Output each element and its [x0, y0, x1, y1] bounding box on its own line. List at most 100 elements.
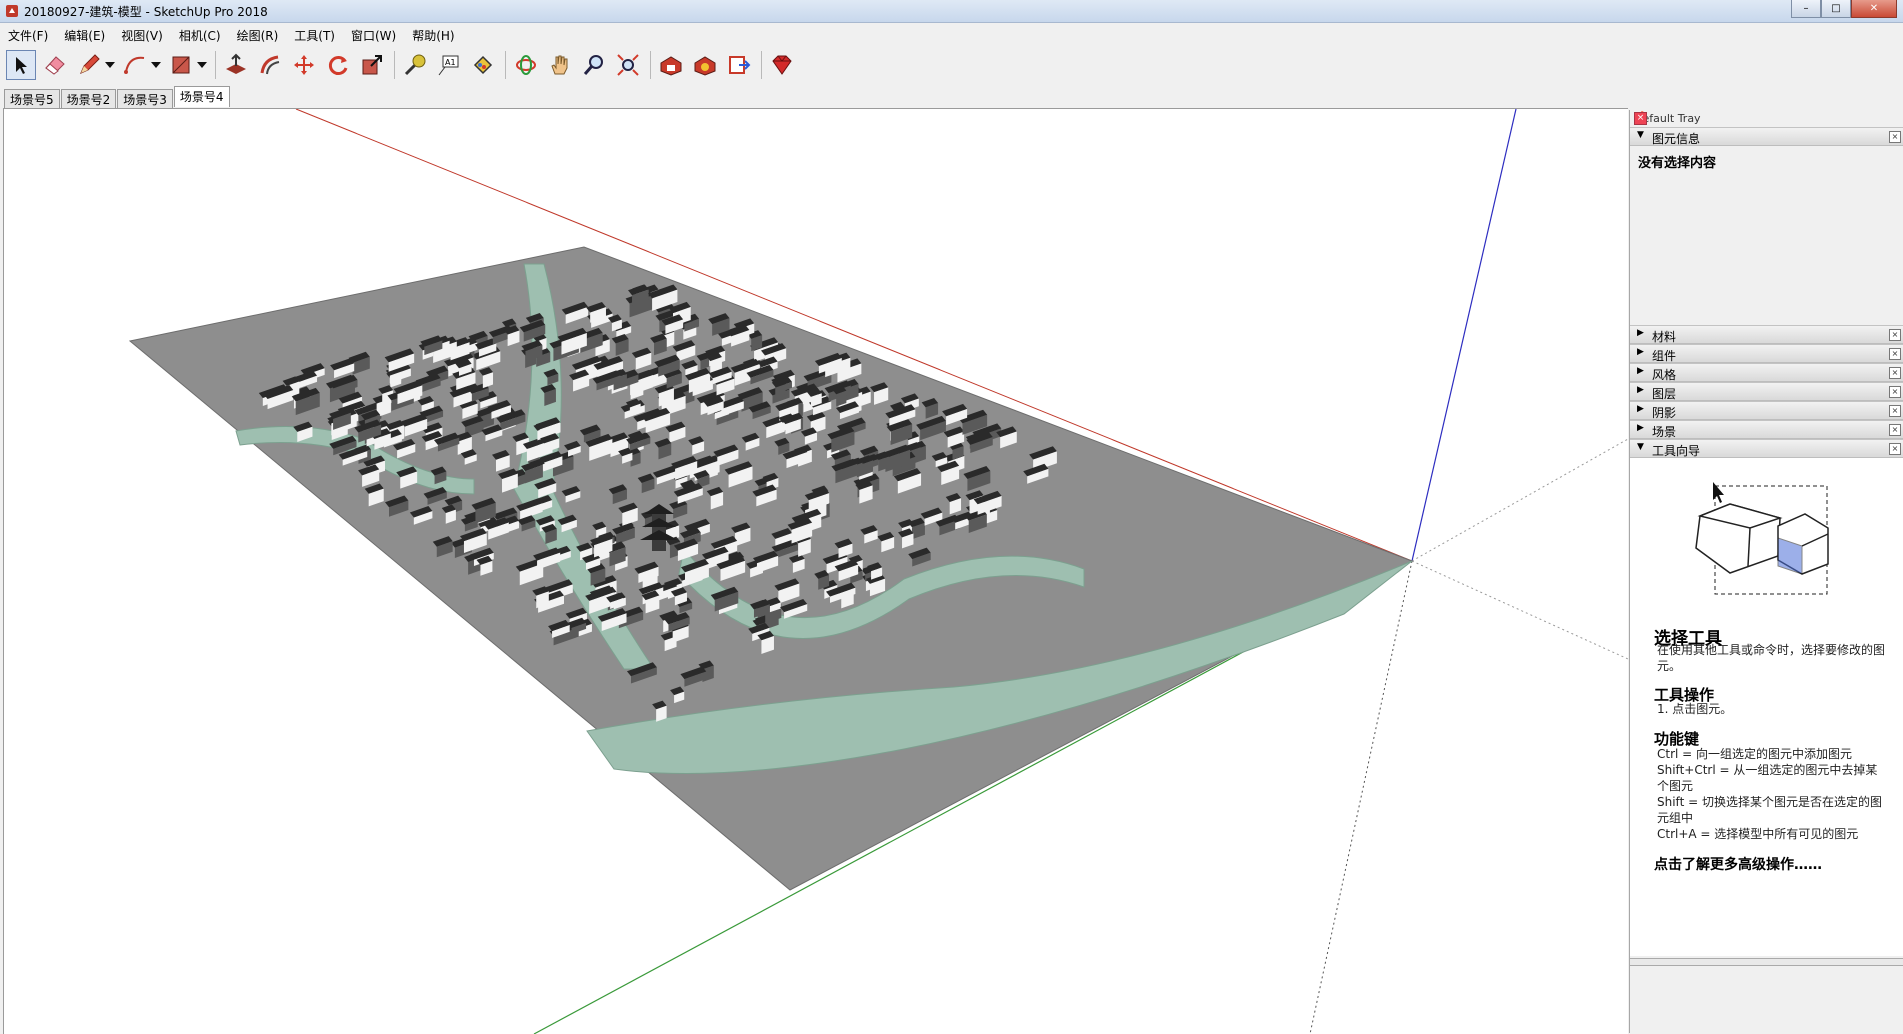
- maximize-button[interactable]: □: [1821, 0, 1851, 18]
- close-icon[interactable]: ×: [1889, 386, 1901, 398]
- ruby-console-button[interactable]: [767, 50, 797, 80]
- close-icon[interactable]: ×: [1889, 424, 1901, 436]
- orbit-tool-button[interactable]: [511, 50, 541, 80]
- pencil-icon: [80, 54, 100, 74]
- styles-title: 风格: [1652, 368, 1677, 382]
- instructor-key-shift-ctrl: Shift+Ctrl = 从一组选定的图元中去掉某个图元: [1657, 763, 1878, 793]
- close-icon[interactable]: ×: [1889, 131, 1901, 143]
- select-tool-button[interactable]: [6, 50, 36, 80]
- rotate-tool-button[interactable]: [323, 50, 353, 80]
- instructor-title: 工具向导: [1652, 444, 1701, 458]
- line-tool-dropdown[interactable]: [104, 50, 116, 80]
- components-title: 组件: [1652, 349, 1677, 363]
- push-pull-icon: [226, 53, 246, 74]
- send-to-layout-button[interactable]: [724, 50, 754, 80]
- shadows-header[interactable]: ▶ 阴影 ×: [1630, 401, 1903, 420]
- menu-bar: 文件(F) 编辑(E) 视图(V) 相机(C) 绘图(R) 工具(T) 窗口(W…: [0, 24, 463, 44]
- offset-tool-button[interactable]: [255, 50, 285, 80]
- green-axis-negative: [1411, 438, 1628, 562]
- model-viewport[interactable]: [3, 108, 1628, 1034]
- scene-tab-3[interactable]: 场景号3: [117, 89, 173, 108]
- blue-axis-negative: [1309, 560, 1413, 1034]
- warehouse-icon: [660, 56, 682, 76]
- menu-edit[interactable]: 编辑(E): [56, 24, 113, 44]
- push-pull-tool-button[interactable]: [221, 50, 251, 80]
- line-tool-button[interactable]: [74, 50, 104, 80]
- menu-view[interactable]: 视图(V): [113, 24, 171, 44]
- svg-text:A1: A1: [445, 58, 456, 67]
- scenes-header[interactable]: ▶ 场景 ×: [1630, 420, 1903, 439]
- styles-header[interactable]: ▶ 风格 ×: [1630, 363, 1903, 382]
- menu-window[interactable]: 窗口(W): [343, 24, 404, 44]
- offset-icon: [260, 55, 280, 75]
- collapsed-triangle-icon: ▶: [1637, 366, 1644, 376]
- pan-tool-button[interactable]: [545, 50, 575, 80]
- entity-info-header[interactable]: ▼ 图元信息 ×: [1630, 127, 1903, 146]
- hand-icon: [551, 55, 568, 75]
- scene-tab-5[interactable]: 场景号5: [4, 89, 60, 108]
- toolbar-separator: [650, 51, 651, 79]
- orbit-icon: [516, 55, 536, 75]
- collapsed-triangle-icon: ▶: [1637, 423, 1644, 433]
- menu-draw[interactable]: 绘图(R): [229, 24, 287, 44]
- collapsed-triangle-icon: ▶: [1637, 328, 1644, 338]
- close-icon[interactable]: ×: [1889, 348, 1901, 360]
- shape-tool-button[interactable]: [166, 50, 196, 80]
- pin-icon[interactable]: 📌: [1634, 112, 1886, 123]
- menu-file[interactable]: 文件(F): [0, 24, 56, 44]
- zoom-extents-tool-button[interactable]: [613, 50, 643, 80]
- close-window-button[interactable]: ✕: [1851, 0, 1897, 18]
- minimize-button[interactable]: –: [1791, 0, 1821, 18]
- red-axis-negative: [1411, 560, 1628, 660]
- arc-tool-dropdown[interactable]: [150, 50, 162, 80]
- close-icon[interactable]: ×: [1889, 405, 1901, 417]
- scale-tool-button[interactable]: [357, 50, 387, 80]
- arc-tool-button[interactable]: [120, 50, 150, 80]
- toolbar-separator: [505, 51, 506, 79]
- rotate-icon: [328, 56, 348, 75]
- menu-help[interactable]: 帮助(H): [404, 24, 462, 44]
- tray-close-button[interactable]: ×: [1634, 112, 1647, 125]
- move-tool-button[interactable]: [289, 50, 319, 80]
- instructor-header[interactable]: ▼ 工具向导 ×: [1630, 439, 1903, 458]
- model-canvas[interactable]: [4, 109, 1628, 1034]
- rectangle-icon: [172, 56, 190, 74]
- scene-tabs: 场景号5 场景号2 场景号3 场景号4: [4, 86, 231, 108]
- toolbar-separator: [215, 51, 216, 79]
- instructor-key-ctrl-a: Ctrl+A = 选择模型中所有可见的图元: [1657, 827, 1859, 841]
- instructor-more-link[interactable]: 点击了解更多高级操作……: [1654, 854, 1822, 874]
- entity-info-title: 图元信息: [1652, 132, 1701, 146]
- materials-title: 材料: [1652, 330, 1677, 344]
- eraser-tool-button[interactable]: [40, 50, 70, 80]
- window-title: 20180927-建筑-模型 - SketchUp Pro 2018: [24, 5, 268, 19]
- chevron-down-icon: [197, 62, 207, 68]
- tape-measure-tool-button[interactable]: [400, 50, 430, 80]
- menu-camera[interactable]: 相机(C): [171, 24, 229, 44]
- 3d-warehouse-button[interactable]: [656, 50, 686, 80]
- default-tray: Default Tray 📌 × ▼ 图元信息 × 没有选择内容 ▶ 材料 × …: [1629, 110, 1903, 1033]
- instructor-key-ctrl: Ctrl = 向一组选定的图元中添加图元: [1657, 747, 1853, 761]
- close-icon[interactable]: ×: [1889, 329, 1901, 341]
- scene-tab-2[interactable]: 场景号2: [60, 89, 117, 108]
- close-icon[interactable]: ×: [1889, 367, 1901, 379]
- components-header[interactable]: ▶ 组件 ×: [1630, 344, 1903, 363]
- tray-footer: [1630, 958, 1903, 966]
- materials-header[interactable]: ▶ 材料 ×: [1630, 325, 1903, 344]
- layers-title: 图层: [1652, 387, 1677, 401]
- zoom-tool-button[interactable]: [579, 50, 609, 80]
- chevron-down-icon: [151, 62, 161, 68]
- shape-tool-dropdown[interactable]: [196, 50, 208, 80]
- close-icon[interactable]: ×: [1889, 443, 1901, 455]
- scene-tab-4[interactable]: 场景号4: [173, 86, 230, 107]
- zoom-extents-icon: [617, 54, 639, 76]
- arc-icon: [124, 56, 145, 74]
- tray-title-bar: Default Tray 📌 ×: [1630, 110, 1903, 126]
- extension-warehouse-button[interactable]: [690, 50, 720, 80]
- paint-bucket-tool-button[interactable]: [468, 50, 498, 80]
- text-tool-button[interactable]: A1: [434, 50, 464, 80]
- layers-header[interactable]: ▶ 图层 ×: [1630, 382, 1903, 401]
- instructor-body: 选择工具 在使用其他工具或命令时，选择要修改的图元。 工具操作 1. 点击图元。…: [1630, 458, 1903, 956]
- menu-tools[interactable]: 工具(T): [286, 24, 343, 44]
- main-toolbar: A1: [6, 48, 801, 82]
- instructor-key-shift: Shift = 切换选择某个图元是否在选定的图元组中: [1657, 795, 1882, 825]
